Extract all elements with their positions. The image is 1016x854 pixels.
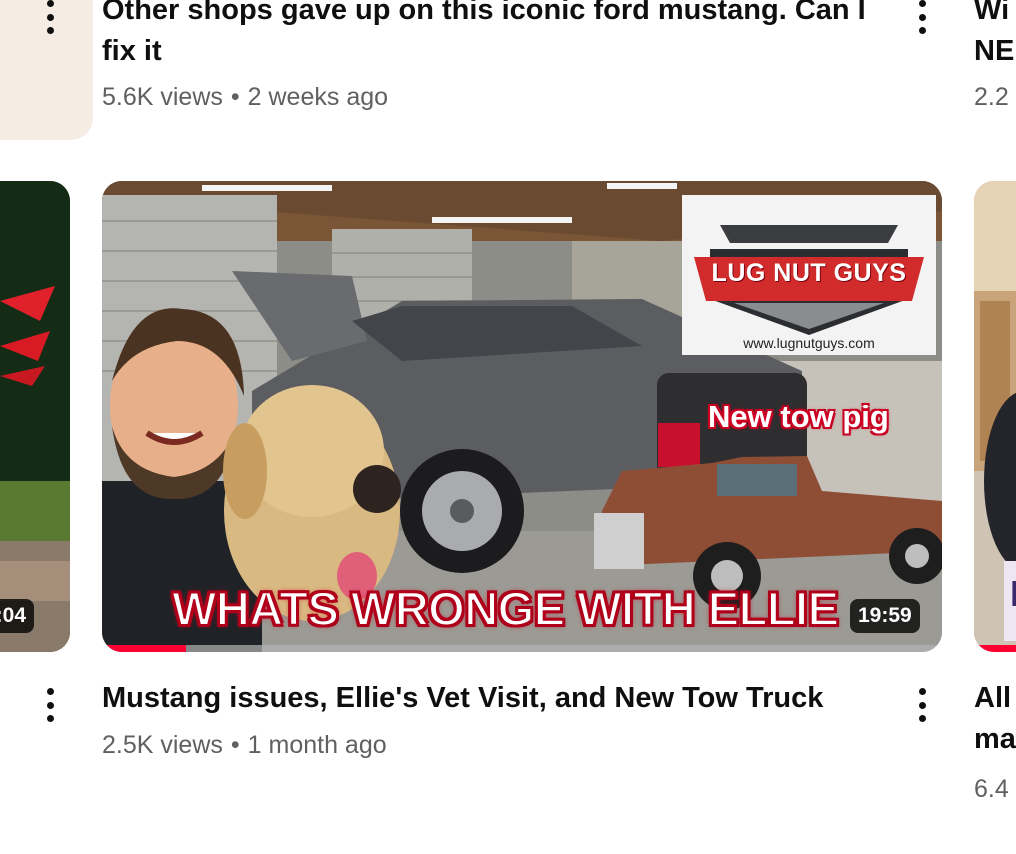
- upload-age: 1 month ago: [247, 731, 387, 759]
- video-title-line-2[interactable]: fix it: [102, 31, 902, 72]
- view-count: 2.2: [974, 83, 1009, 111]
- view-count: 6.4: [974, 775, 1009, 803]
- video-metadata: 5.6K views • 2 weeks ago: [102, 81, 902, 113]
- watch-progress-bar: [974, 645, 1016, 652]
- view-count: 2.5K views: [102, 731, 223, 759]
- more-actions-icon[interactable]: [912, 688, 932, 722]
- video-metadata: 2.5K views • 1 month ago: [102, 729, 902, 761]
- separator-dot: •: [230, 83, 240, 111]
- video-thumbnail[interactable]: D: [974, 181, 1016, 652]
- view-count: 5.6K views: [102, 83, 223, 111]
- upload-age: 2 weeks ago: [247, 83, 389, 111]
- video-title-line-1[interactable]: Wi: [974, 0, 1016, 31]
- more-actions-icon[interactable]: [912, 0, 932, 34]
- video-duration: 19:59: [850, 599, 920, 633]
- thumbnail-overlay-text: D: [1010, 573, 1016, 615]
- video-title-line-1[interactable]: Other shops gave up on this iconic ford …: [102, 0, 902, 31]
- sponsor-name: LUG NUT GUYS: [711, 259, 907, 287]
- video-title-line-1[interactable]: All: [974, 678, 1016, 719]
- video-duration: 1:04: [0, 599, 35, 633]
- sponsor-url: www.lugnutguys.com: [743, 335, 875, 351]
- thumbnail-image: [0, 181, 70, 652]
- sponsor-banner: LUG NUT GUYS www.lugnutguys.com: [682, 195, 936, 355]
- more-actions-icon[interactable]: [40, 0, 60, 34]
- thumbnail-overlay-text: WHATS WRONGE WITH ELLIE: [171, 581, 840, 636]
- video-thumbnail[interactable]: 1:04: [0, 181, 70, 652]
- video-thumbnail[interactable]: LUG NUT GUYS www.lugnutguys.com New tow …: [102, 181, 942, 652]
- more-actions-icon[interactable]: [40, 688, 60, 722]
- separator-dot: •: [230, 731, 240, 759]
- thumbnail-sticker-text: New tow pig: [708, 399, 889, 434]
- watch-progress-track: [102, 645, 942, 652]
- video-title-line-2[interactable]: ma: [974, 719, 1016, 760]
- video-title[interactable]: Mustang issues, Ellie's Vet Visit, and N…: [102, 678, 902, 719]
- video-title-line-2[interactable]: NE: [974, 31, 1016, 72]
- watch-progress-bar: [102, 645, 186, 652]
